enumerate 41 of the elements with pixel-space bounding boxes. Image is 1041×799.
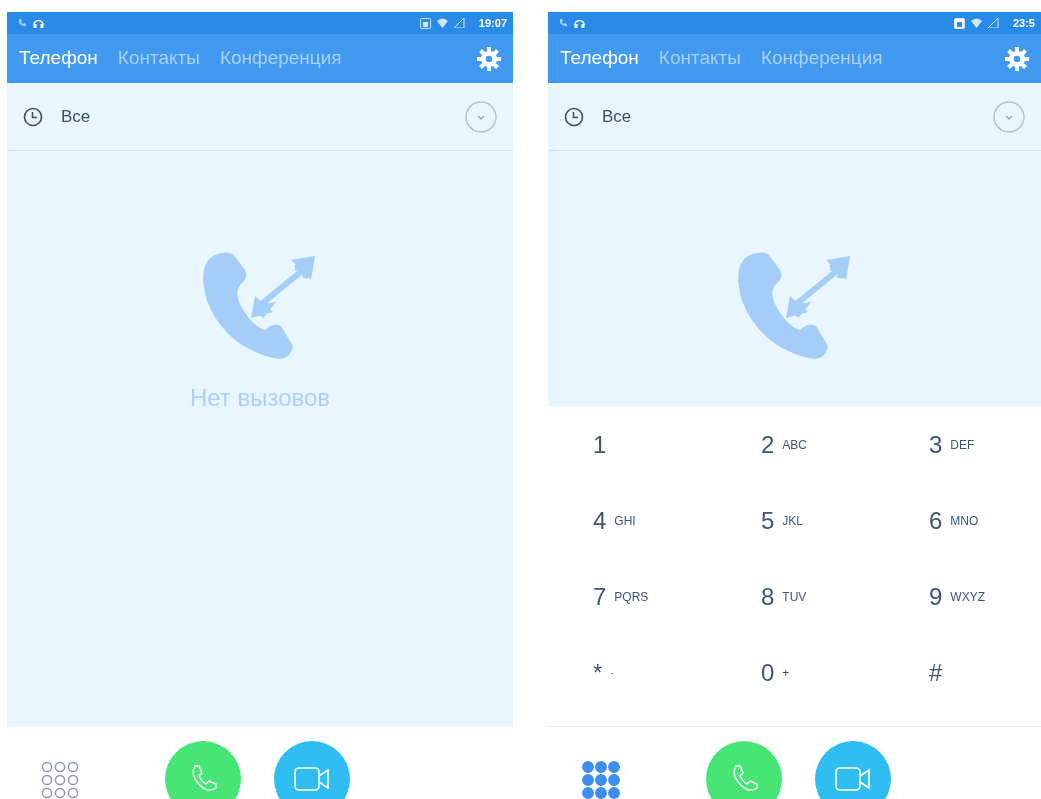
dial-key[interactable]: 7 PQRS [593, 579, 649, 615]
clock-icon [564, 106, 584, 127]
signal-icon [987, 18, 999, 28]
filter-label: Все [602, 105, 633, 128]
call-button[interactable] [165, 741, 241, 799]
status-time: 23:5 [1012, 15, 1035, 31]
video-call-button[interactable] [274, 741, 350, 799]
dial-key[interactable]: 6 MNO [929, 503, 979, 539]
status-time: 19:07 [478, 15, 507, 31]
wifi-icon [970, 18, 982, 28]
dial-key[interactable]: # [929, 655, 943, 691]
dial-key[interactable]: 0 + [761, 655, 790, 691]
sim-icon [419, 17, 431, 29]
dial-key[interactable]: 4 GHI [593, 503, 636, 539]
headset-icon [574, 18, 585, 28]
dial-key[interactable]: * · [593, 655, 615, 691]
dial-key[interactable]: 8 TUV [761, 579, 807, 615]
chevron-down-icon[interactable] [993, 100, 1025, 133]
dial-key[interactable]: 3 DEF [929, 427, 975, 463]
sim-icon [953, 17, 965, 29]
phone-icon [17, 18, 27, 28]
dial-key[interactable]: 5 JKL [761, 503, 804, 539]
keypad-icon[interactable] [41, 761, 79, 799]
dial-key[interactable]: 1 [593, 427, 607, 463]
headset-icon [33, 18, 44, 28]
video-camera-icon [294, 766, 330, 792]
phone-icon [558, 18, 568, 28]
keypad-icon[interactable] [582, 761, 620, 799]
dial-key[interactable]: 9 WXYZ [929, 579, 986, 615]
filter-label: Все [61, 105, 92, 128]
settings-icon[interactable] [477, 46, 501, 71]
empty-message: Нет вызовов [189, 383, 331, 413]
chevron-down-icon[interactable] [465, 100, 497, 133]
video-camera-icon [835, 766, 871, 792]
wifi-icon [436, 18, 448, 28]
video-call-button[interactable] [815, 741, 891, 799]
settings-icon[interactable] [1005, 46, 1029, 71]
call-button[interactable] [706, 741, 782, 799]
clock-icon [23, 106, 43, 127]
dial-key[interactable]: 2 ABC [761, 427, 808, 463]
signal-icon [453, 18, 465, 28]
